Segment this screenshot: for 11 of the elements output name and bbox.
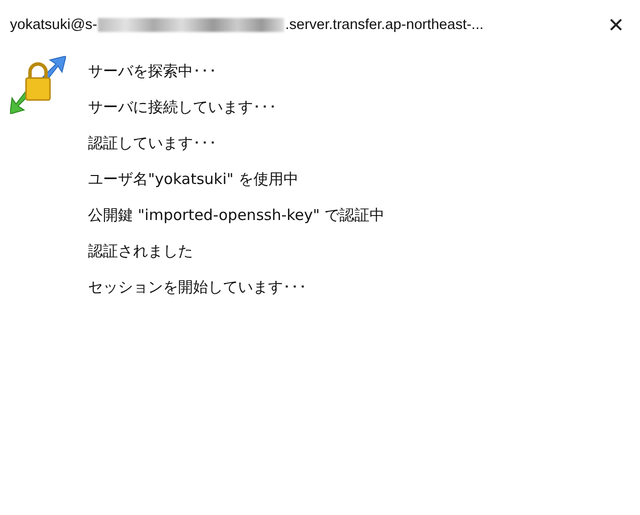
lock-arrows-icon — [10, 56, 66, 114]
window-title: yokatsuki@s- — [10, 17, 98, 33]
status-message: セッションを開始しています･･･ — [88, 277, 308, 298]
status-message: 認証されました — [88, 241, 194, 262]
status-message: 公開鍵 "imported-openssh-key" で認証中 — [88, 205, 385, 226]
status-message: サーバに接続しています･･･ — [88, 97, 278, 118]
close-button[interactable]: ✕ — [592, 0, 640, 50]
status-message: ユーザ名"yokatsuki" を使用中 — [88, 169, 300, 190]
status-message: 認証しています･･･ — [88, 133, 218, 154]
status-message: サーバを探索中･･･ — [88, 61, 218, 82]
window-title: .server.transfer.ap-northeast-... — [285, 17, 484, 33]
